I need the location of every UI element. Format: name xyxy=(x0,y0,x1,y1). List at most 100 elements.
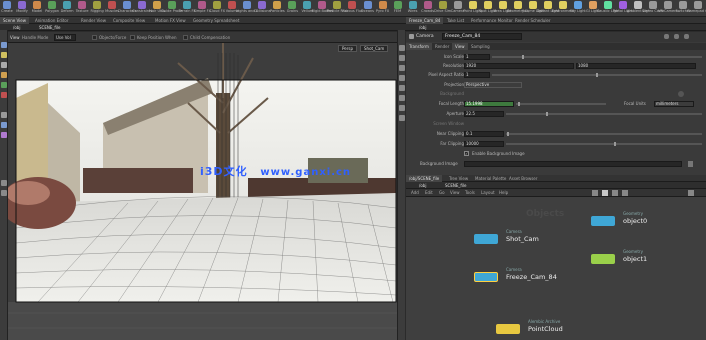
param-far-clipping: Far Clipping 10000 xyxy=(406,140,706,148)
move-tool-icon[interactable] xyxy=(1,52,7,58)
tab-render[interactable]: Render xyxy=(432,43,452,50)
network-editor[interactable]: Objects Camera Shot_Cam Camera Freeze_Ca… xyxy=(406,197,706,340)
params-path[interactable]: /obj xyxy=(416,24,429,31)
handle-tool-icon[interactable] xyxy=(1,82,7,88)
snap-tool-icon[interactable] xyxy=(1,132,7,138)
shelf-tool-icon xyxy=(618,1,627,9)
tab-animation-editor[interactable]: Animation Editor xyxy=(32,17,72,24)
tab-material-palette[interactable]: Material Palette xyxy=(472,175,509,182)
wireframe-icon[interactable] xyxy=(399,85,405,91)
param-focal-length: Focal Length 15.1998 Focal Units millime… xyxy=(406,100,706,108)
shelf-tool-icon xyxy=(183,1,192,9)
shading-icon[interactable] xyxy=(399,65,405,71)
tab-scene-view[interactable]: Scene View xyxy=(0,17,29,24)
context-label[interactable]: SCENE_file xyxy=(36,24,63,31)
shelf-tool-icon xyxy=(528,1,537,9)
child-comp-label: Child Compensation xyxy=(190,35,231,40)
tab-asset-browser[interactable]: Asset Browser xyxy=(506,175,540,182)
lighting-icon[interactable] xyxy=(399,55,405,61)
scale-tool-icon[interactable] xyxy=(1,72,7,78)
shelf-tool-icon xyxy=(678,1,687,9)
param-icon-scale: Icon Scale 1 xyxy=(406,53,706,61)
shelf-tool-icon xyxy=(63,1,72,9)
menu-help[interactable]: Help xyxy=(496,189,511,196)
shelf-tool-icon xyxy=(318,1,327,9)
param-bg-image: Background Image xyxy=(406,160,706,168)
path-label[interactable]: /obj xyxy=(10,24,23,31)
left-tool-strip xyxy=(0,30,8,340)
menu-tools[interactable]: Tools xyxy=(462,189,478,196)
shelf-tool-icon xyxy=(258,1,267,9)
param-resolution: Resolution 1920 1080 xyxy=(406,62,706,70)
shelf-tool-icon xyxy=(393,1,402,9)
color-picker-icon[interactable] xyxy=(678,91,684,97)
watermark-url: www.ganxi.cn xyxy=(260,167,352,178)
tab-render-scheduler[interactable]: Render Scheduler xyxy=(512,17,554,24)
misc-tool-icon[interactable] xyxy=(1,180,7,186)
view-tool-icon[interactable] xyxy=(1,112,7,118)
shelf-tool-icon xyxy=(153,1,162,9)
tab-render-view[interactable]: Render View xyxy=(78,17,109,24)
shelf-tool-icon xyxy=(33,1,42,9)
layout-icon[interactable] xyxy=(622,190,628,196)
shelf-tool-icon xyxy=(288,1,297,9)
tab-composite-view[interactable]: Composite View xyxy=(110,17,148,24)
tab-take-list[interactable]: Take List xyxy=(444,17,467,24)
objects-force-checkbox[interactable] xyxy=(92,35,97,40)
info-icon[interactable] xyxy=(684,34,689,39)
rotate-tool-icon[interactable] xyxy=(1,62,7,68)
shelf-tool-icon xyxy=(273,1,282,9)
network-help-icon[interactable] xyxy=(688,190,694,196)
node-header: Camera Freeze_Cam_84 xyxy=(406,32,706,42)
shelf-tool[interactable]: Gamepad Camera xyxy=(687,1,706,16)
tab-transform[interactable]: Transform xyxy=(406,43,432,50)
pose-tool-icon[interactable] xyxy=(1,92,7,98)
file-browse-icon[interactable] xyxy=(688,161,693,167)
camera-node-icon xyxy=(474,234,498,244)
network-path[interactable]: /obj xyxy=(416,182,429,189)
help-icon[interactable] xyxy=(674,34,679,39)
persp-menu[interactable]: Persp xyxy=(338,45,357,52)
list-view-icon[interactable] xyxy=(592,190,598,196)
shelf-tool-label: Gamepad Camera xyxy=(686,9,706,13)
network-context-title: Objects xyxy=(526,209,565,219)
menu-view[interactable]: View xyxy=(447,189,463,196)
node-name-field[interactable]: Freeze_Cam_84 xyxy=(442,33,522,40)
shelf-tool-icon xyxy=(588,1,597,9)
shelf-tool-icon xyxy=(303,1,312,9)
pivot-dropdown[interactable]: Use Vol xyxy=(54,34,76,41)
tab-view[interactable]: View xyxy=(452,43,468,50)
menu-layout[interactable]: Layout xyxy=(478,189,498,196)
shelf-tool-icon xyxy=(498,1,507,9)
select-tool-icon[interactable] xyxy=(1,42,7,48)
scene-viewport[interactable]: i3D文化 www.ganxi.cn Persp Shot_Cam xyxy=(8,43,397,340)
snap-icon[interactable] xyxy=(612,190,618,196)
misc2-tool-icon[interactable] xyxy=(1,190,7,196)
tab-network[interactable]: /obj/SCENE_file xyxy=(406,175,443,182)
tab-tree-view[interactable]: Tree View xyxy=(446,175,471,182)
menu-go[interactable]: Go xyxy=(436,189,448,196)
param-aperture: Aperture 22.5 xyxy=(406,110,706,118)
menu-edit[interactable]: Edit xyxy=(422,189,436,196)
normals-icon[interactable] xyxy=(399,105,405,111)
network-context[interactable]: SCENE_file xyxy=(442,182,469,189)
tab-geometry-spreadsheet[interactable]: Geometry Spreadsheet xyxy=(190,17,242,24)
grid-view-icon[interactable] xyxy=(602,190,608,196)
child-comp-checkbox[interactable] xyxy=(183,35,188,40)
display-icon[interactable] xyxy=(399,45,405,51)
brush-tool-icon[interactable] xyxy=(1,122,7,128)
camera-menu[interactable]: Shot_Cam xyxy=(360,45,389,52)
tab-perf-monitor[interactable]: Performance Monitor xyxy=(468,17,516,24)
guides-icon[interactable] xyxy=(399,115,405,121)
tab-motion-fx-view[interactable]: Motion FX View xyxy=(152,17,189,24)
param-screen-window: Screen Window xyxy=(433,121,464,126)
points-icon[interactable] xyxy=(399,95,405,101)
tab-node-params[interactable]: Freeze_Cam_84 xyxy=(406,17,444,24)
menu-add[interactable]: Add xyxy=(408,189,422,196)
gear-icon[interactable] xyxy=(664,34,669,39)
tab-sampling[interactable]: Sampling xyxy=(468,43,493,50)
keep-position-checkbox[interactable] xyxy=(130,35,135,40)
ghost-icon[interactable] xyxy=(399,75,405,81)
enable-bg-checkbox[interactable]: ✓ xyxy=(464,151,469,156)
shelf-tool-icon xyxy=(543,1,552,9)
